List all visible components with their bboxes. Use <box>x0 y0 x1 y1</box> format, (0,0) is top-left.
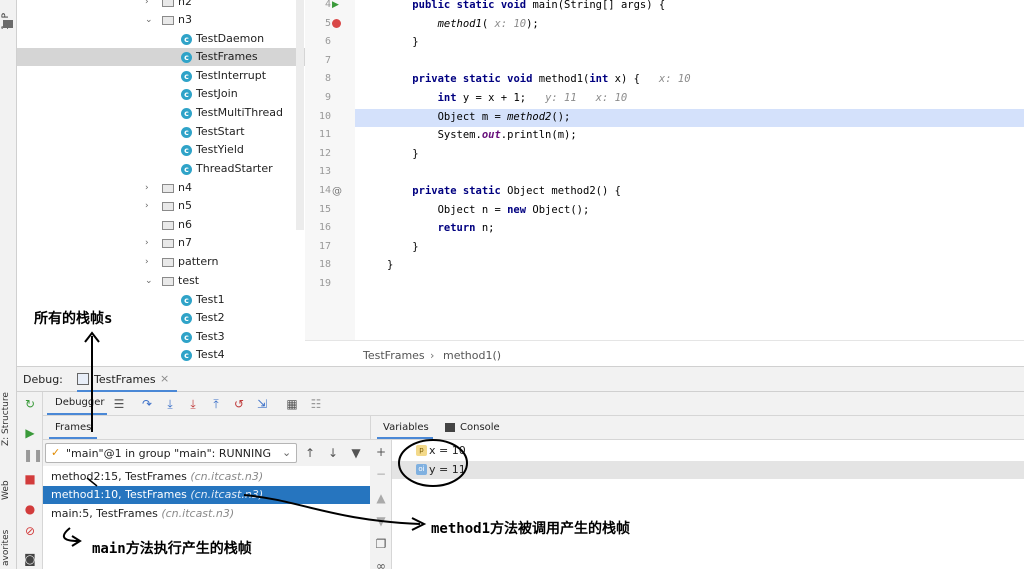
cursor-mark <box>86 477 98 487</box>
annotation-main-frame: main方法执行产生的栈帧 <box>92 541 252 557</box>
variables-circle <box>398 439 468 487</box>
arrow-method1-line <box>243 494 421 525</box>
annotation-overlay <box>62 331 468 547</box>
annotation-method1-frame: method1方法被调用产生的栈帧 <box>431 521 631 537</box>
annotation-all-frames: 所有的栈帧s <box>34 311 113 327</box>
